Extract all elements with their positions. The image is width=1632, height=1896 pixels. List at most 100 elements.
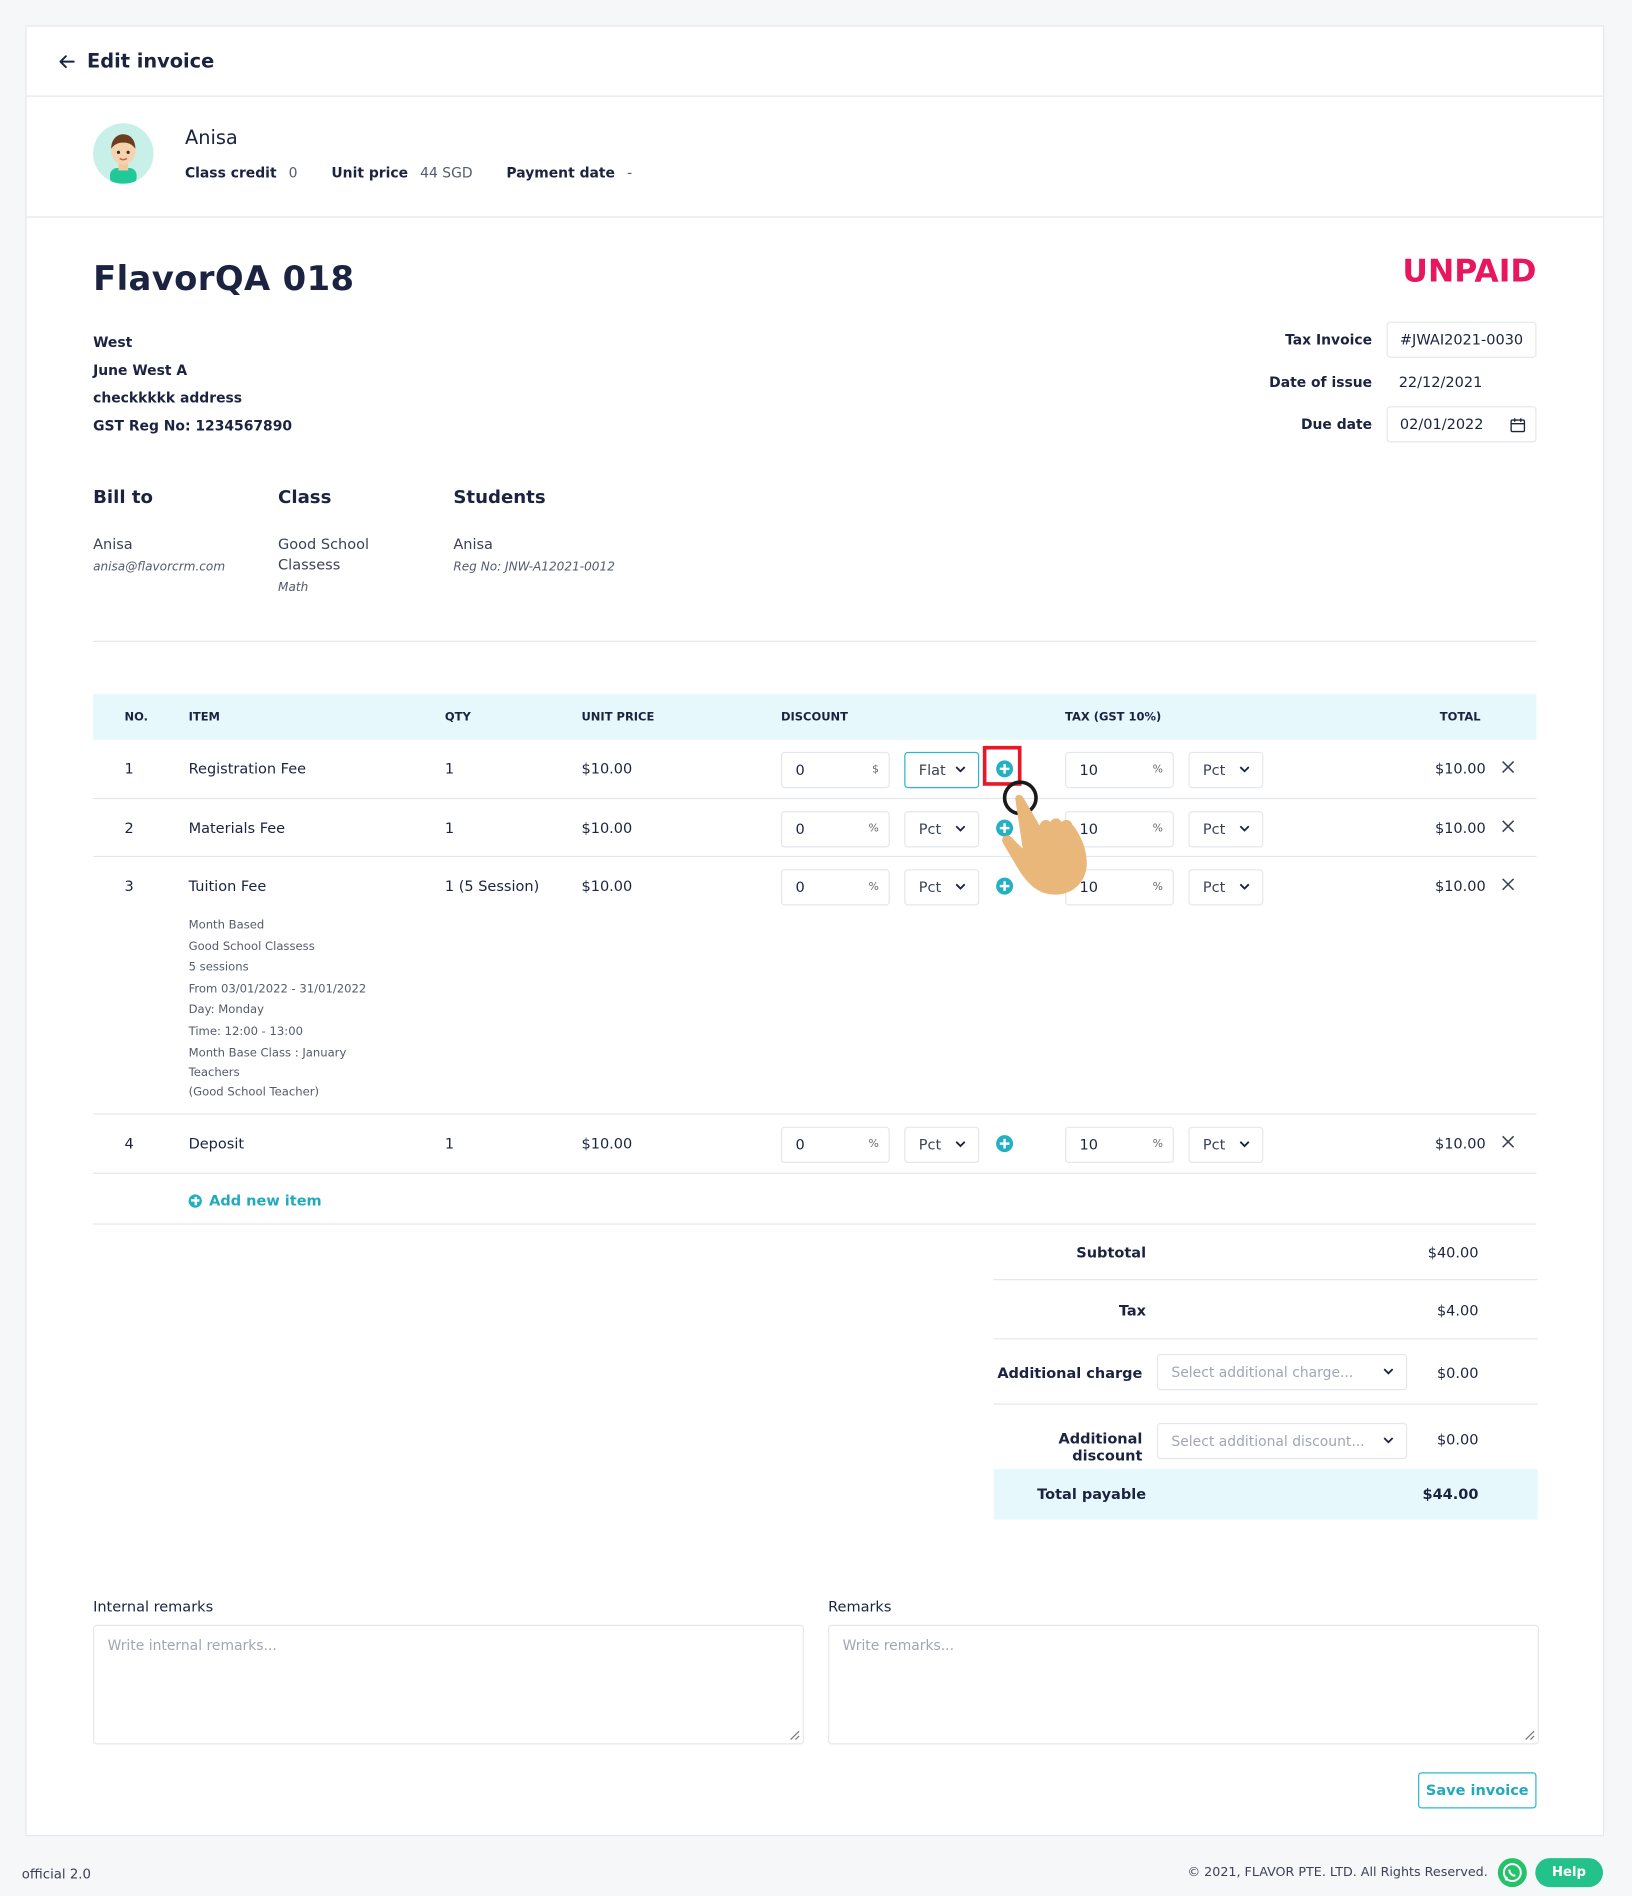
discount-input[interactable]: 0% [780,811,890,848]
avatar [93,123,154,184]
add-new-item-button[interactable]: Add new item [188,1191,322,1209]
subtotal-row: Subtotal $40.00 [993,1225,1538,1281]
additional-charge-row: Additional charge Select additional char… [993,1339,1538,1405]
detail-line: From 03/01/2022 - 31/01/2022 [188,982,367,996]
detail-line: 5 sessions [188,961,249,975]
discount-type-value: Pct [918,878,942,896]
due-date-field[interactable]: 02/01/2022 [1386,406,1537,443]
remove-row-icon[interactable] [1501,820,1515,833]
company-line: checkkkkk address [93,389,243,407]
internal-remarks-textarea[interactable]: Write internal remarks... [93,1624,804,1745]
row-unit-price: $10.00 [581,819,633,837]
additional-charge-label: Additional charge [997,1364,1143,1382]
whatsapp-icon[interactable] [1497,1858,1527,1888]
row-qty: 1 (5 Session) [444,877,540,895]
subtotal-label: Subtotal [1076,1243,1147,1261]
page-title: Edit invoice [87,49,215,73]
col-discount: DISCOUNT [780,710,849,725]
table-row: 3 Tuition Fee 1 (5 Session) $10.00 0% Pc… [93,857,1537,1115]
plus-circle-icon [188,1193,202,1208]
discount-type-select[interactable]: Pct [904,1126,980,1163]
tax-total-value: $4.00 [1436,1301,1479,1319]
row-total: $10.00 [1434,760,1486,778]
discount-value: 0 [795,820,805,838]
due-date-label: Due date [1300,415,1373,433]
detail-line: Good School Classess [188,940,315,954]
arrow-left-icon[interactable] [58,53,75,70]
unit-price-label: Unit price [331,164,409,182]
tax-input[interactable]: 10% [1065,1126,1174,1163]
class-name: Good School Classess [278,535,370,574]
additional-discount-value: $0.00 [1436,1431,1479,1449]
row-qty: 1 [444,760,455,778]
tax-invoice-field[interactable]: #JWAI2021-0030 [1386,321,1537,358]
student-meta: Class credit 0 Unit price 44 SGD Payment… [185,164,666,181]
help-button[interactable]: Help [1534,1858,1604,1888]
copyright-text: © 2021, FLAVOR PTE. LTD. All Rights Rese… [1187,1865,1488,1880]
tax-value: 10 [1079,1136,1099,1154]
discount-type-value: Pct [918,820,942,838]
tax-type-value: Pct [1202,820,1226,838]
student-item-name: Anisa [453,535,493,553]
discount-type-value: Pct [918,1136,942,1154]
pointing-hand-icon [1002,780,1087,895]
resize-handle-icon[interactable] [789,1730,800,1741]
page: Edit invoice Anisa Class credit 0 Unit p… [0,0,1632,1896]
status-badge: UNPAID [1402,253,1537,291]
additional-discount-select[interactable]: Select additional discount... [1156,1422,1408,1460]
col-tax: TAX (GST 10%) [1065,710,1162,725]
row-unit-price: $10.00 [581,877,633,895]
total-payable-value: $44.00 [1422,1485,1479,1503]
remarks-label: Remarks [828,1598,892,1616]
add-discount-icon[interactable] [996,1135,1014,1153]
tax-type-select[interactable]: Pct [1188,869,1264,906]
chevron-down-icon [1239,883,1250,890]
payment-date-value: - [627,164,633,182]
table-row: 4 Deposit 1 $10.00 0% Pct 10% Pct $10.00 [93,1115,1537,1174]
class-credit-label: Class credit [184,164,277,182]
calendar-icon[interactable] [1510,417,1526,433]
discount-unit: % [868,1138,879,1151]
col-qty: QTY [444,710,471,725]
table-row: 2 Materials Fee 1 $10.00 0% Pct 10% Pct … [93,799,1537,858]
tax-type-select[interactable]: Pct [1188,751,1264,789]
company-info: West June West A checkkkkk address GST R… [93,329,292,440]
remove-row-icon[interactable] [1501,760,1515,774]
version-label: official 2.0 [21,1866,91,1883]
add-new-item-label: Add new item [209,1191,322,1209]
row-item: Deposit [188,1135,245,1153]
row-unit-price: $10.00 [581,760,633,778]
col-unit-price: UNIT PRICE [581,710,655,725]
remarks-textarea[interactable]: Write remarks... [828,1624,1539,1745]
tax-unit: % [1152,764,1163,777]
bill-to-heading: Bill to [93,485,154,508]
tax-unit: % [1152,881,1163,894]
chevron-down-icon [1383,1368,1394,1375]
additional-charge-select[interactable]: Select additional charge... [1156,1353,1408,1391]
avatar-illustration [110,134,137,184]
discount-input[interactable]: 0 $ [780,751,890,789]
discount-type-select[interactable]: Flat [904,751,980,789]
save-invoice-button[interactable]: Save invoice [1418,1772,1537,1809]
invoice-card: Edit invoice Anisa Class credit 0 Unit p… [25,25,1605,1837]
row-total: $10.00 [1434,877,1486,895]
company-line: GST Reg No: 1234567890 [93,417,293,434]
table-header: NO. ITEM QTY UNIT PRICE DISCOUNT TAX (GS… [93,693,1537,740]
invoice-title: FlavorQA 018 [93,258,355,299]
company-line: West [93,333,133,351]
tax-type-select[interactable]: Pct [1188,1126,1264,1163]
total-payable-row: Total payable $44.00 [993,1468,1538,1520]
tax-type-select[interactable]: Pct [1188,811,1264,848]
discount-type-select[interactable]: Pct [904,811,980,848]
resize-handle-icon[interactable] [1524,1730,1535,1741]
row-item: Materials Fee [188,819,286,837]
discount-unit: $ [871,764,879,777]
chevron-down-icon [955,766,966,773]
row-total: $10.00 [1434,819,1486,837]
discount-input[interactable]: 0% [780,1126,890,1163]
remove-row-icon[interactable] [1501,1135,1515,1148]
additional-charge-value: $0.00 [1436,1364,1479,1382]
remove-row-icon[interactable] [1501,878,1515,891]
discount-type-select[interactable]: Pct [904,869,980,906]
discount-input[interactable]: 0% [780,869,890,906]
